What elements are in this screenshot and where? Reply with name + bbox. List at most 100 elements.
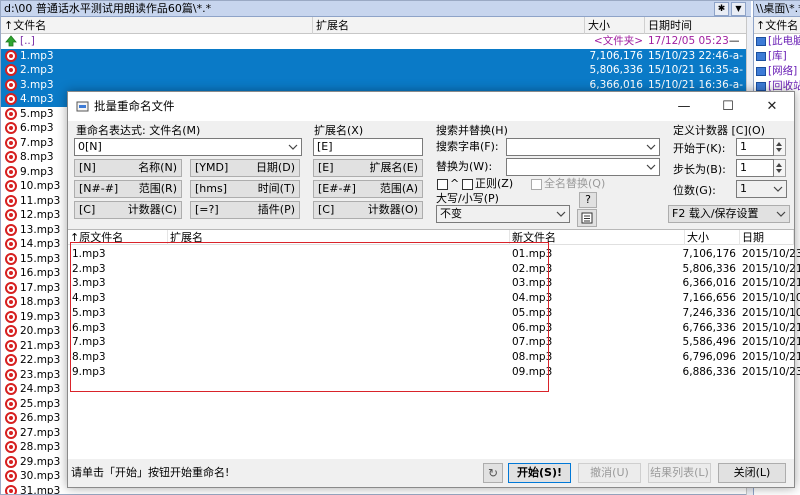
column-header-date[interactable]: 日期时间 — [645, 17, 747, 34]
start-button[interactable]: 开始(S)! — [508, 463, 571, 483]
counter-start-spinner[interactable] — [774, 138, 786, 156]
audio-file-icon — [5, 252, 17, 265]
file-row[interactable]: 3.mp3 6,366,016 15/10/21 16:36 -a- — [1, 77, 751, 92]
insert-placeholder-button[interactable]: [E#-#] 范围(A) — [313, 180, 423, 198]
file-name: 16.mp3 — [20, 267, 61, 279]
right-pane-item[interactable]: [此电脑] — [754, 34, 800, 49]
column-header-size[interactable]: 大小 — [585, 17, 645, 34]
result-list-button[interactable]: 结果列表(L) — [648, 463, 711, 483]
preview-row[interactable]: 9.mp3 09.mp3 6,886,336 2015/10/23 — [68, 365, 800, 380]
file-date: 15/10/23 22:46 — [648, 49, 729, 62]
file-name: 19.mp3 — [20, 310, 61, 323]
rename-mask-label: 重命名表达式: 文件名(M) — [76, 124, 201, 137]
preview-header-new[interactable]: 新文件名 — [510, 230, 685, 245]
preview-row[interactable]: 5.mp3 05.mp3 7,246,336 2015/10/10 — [68, 306, 800, 321]
right-pane-item[interactable]: [网络] — [754, 64, 800, 79]
regex-option-label: 正则(Z) — [475, 177, 514, 190]
file-row[interactable]: 2.mp3 5,806,336 15/10/21 16:35 -a- — [1, 63, 751, 78]
file-size: 6,766,336 — [682, 321, 736, 334]
file-row[interactable]: 1.mp3 7,106,176 15/10/23 22:46 -a- — [1, 48, 751, 63]
parent-dir-size: <文件夹> — [593, 35, 643, 47]
column-header-ext[interactable]: 扩展名 — [313, 17, 585, 34]
audio-file-icon — [5, 368, 17, 381]
audio-file-icon — [5, 281, 17, 294]
insert-placeholder-button[interactable]: [hms] 时间(T) — [190, 180, 300, 198]
column-header-name[interactable]: ↑文件名 — [1, 17, 313, 34]
preview-row[interactable]: 7.mp3 07.mp3 5,586,496 2015/10/21 — [68, 335, 800, 350]
placeholder-text: 计数器(C) — [127, 203, 177, 216]
original-filename: 4.mp3 — [72, 292, 106, 305]
insert-placeholder-button[interactable]: [E] 扩展名(E) — [313, 159, 423, 177]
extension-input[interactable]: [E] — [313, 138, 423, 156]
history-dropdown-button[interactable]: ▼ — [731, 2, 746, 16]
right-pane-item[interactable]: [库] — [754, 49, 800, 64]
parent-dir-row[interactable]: [..] <文件夹> 17/12/05 05:23 — — [1, 34, 751, 49]
regex-checkbox[interactable] — [462, 179, 473, 190]
case-combo[interactable]: 不变 — [436, 205, 570, 223]
refresh-icon[interactable]: ↻ — [483, 463, 503, 483]
file-name: 1.mp3 — [20, 49, 54, 62]
undo-button[interactable]: 撤消(U) — [578, 463, 641, 483]
chevron-down-icon — [646, 164, 656, 170]
preview-header-size[interactable]: 大小 — [685, 230, 740, 245]
file-name: 21.mp3 — [20, 339, 61, 352]
insert-placeholder-button[interactable]: [=?] 插件(P) — [190, 201, 300, 219]
file-name: 27.mp3 — [20, 426, 61, 439]
file-size: 7,106,176 — [682, 248, 736, 260]
counter-step-input[interactable]: 1 — [736, 159, 774, 177]
dialog-titlebar[interactable]: 批量重命名文件 — ☐ ✕ — [68, 92, 794, 121]
caret-checkbox[interactable] — [437, 179, 448, 190]
load-save-settings-button[interactable]: F2 载入/保存设置 — [668, 205, 790, 223]
replace-all-checkbox[interactable] — [531, 179, 542, 190]
insert-placeholder-button[interactable]: [N#-#] 范围(R) — [74, 180, 182, 198]
original-filename: 2.mp3 — [72, 262, 106, 275]
placeholder-text: 日期(D) — [255, 161, 295, 174]
placeholder-code: [C] — [318, 203, 335, 216]
preview-row[interactable]: 8.mp3 08.mp3 6,796,096 2015/10/21 — [68, 350, 800, 365]
close-window-button[interactable]: ✕ — [750, 92, 794, 121]
preview-header-orig[interactable]: ↑原文件名 — [68, 230, 168, 245]
right-pane-path[interactable]: \\桌面\*.* — [754, 1, 800, 17]
audio-file-icon — [5, 180, 17, 192]
current-path-bar[interactable]: d:\00 普通话水平测试用朗读作品60篇\*.* — [1, 1, 751, 17]
right-pane-header[interactable]: ↑文件名 — [754, 17, 800, 34]
placeholder-code: [C] — [79, 203, 96, 216]
file-date: 2015/10/21 — [742, 277, 800, 290]
insert-placeholder-button[interactable]: [C] 计数器(O) — [313, 201, 423, 219]
file-name: 4.mp3 — [20, 93, 54, 105]
file-name: 25.mp3 — [20, 397, 61, 410]
close-button[interactable]: 关闭(L) — [718, 463, 786, 483]
preview-header-date[interactable]: 日期 — [740, 230, 794, 245]
right-pane-item-label: [网络] — [768, 65, 798, 77]
counter-step-spinner[interactable] — [774, 159, 786, 177]
counter-digits-combo[interactable]: 1 — [736, 180, 787, 198]
rename-mask-combo[interactable]: 0[N] — [74, 138, 302, 156]
minimize-button[interactable]: — — [662, 92, 706, 121]
preview-list-header: ↑原文件名 扩展名 新文件名 大小 日期 — [68, 230, 794, 245]
filter-star-button[interactable]: ✱ — [714, 2, 729, 16]
file-date: 2015/10/10 — [742, 306, 800, 319]
counter-label: 定义计数器 [C](O) — [673, 124, 766, 137]
preview-header-ext[interactable]: 扩展名 — [168, 230, 510, 245]
search-string-combo[interactable] — [506, 138, 660, 156]
file-date: 15/10/21 16:36 — [648, 78, 729, 91]
edit-list-button[interactable] — [577, 209, 597, 227]
maximize-button[interactable]: ☐ — [706, 92, 750, 121]
preview-row[interactable]: 4.mp3 04.mp3 7,166,656 2015/10/10 — [68, 291, 800, 306]
rename-mask-value: 0[N] — [78, 140, 102, 153]
replace-with-combo[interactable] — [506, 158, 660, 176]
preview-row[interactable]: 2.mp3 02.mp3 5,806,336 2015/10/21 — [68, 262, 800, 277]
insert-placeholder-button[interactable]: [YMD] 日期(D) — [190, 159, 300, 177]
preview-row[interactable]: 1.mp3 01.mp3 7,106,176 2015/10/23 — [68, 247, 800, 262]
audio-file-icon — [5, 194, 17, 207]
chevron-down-icon — [288, 144, 298, 150]
help-button[interactable]: ? — [579, 192, 597, 208]
placeholder-text: 名称(N) — [138, 161, 177, 174]
placeholder-code: [N#-#] — [79, 182, 119, 195]
new-filename: 04.mp3 — [512, 292, 553, 305]
preview-row[interactable]: 3.mp3 03.mp3 6,366,016 2015/10/21 — [68, 276, 800, 291]
counter-start-input[interactable]: 1 — [736, 138, 774, 156]
preview-row[interactable]: 6.mp3 06.mp3 6,766,336 2015/10/21 — [68, 321, 800, 336]
insert-placeholder-button[interactable]: [C] 计数器(C) — [74, 201, 182, 219]
insert-placeholder-button[interactable]: [N] 名称(N) — [74, 159, 182, 177]
